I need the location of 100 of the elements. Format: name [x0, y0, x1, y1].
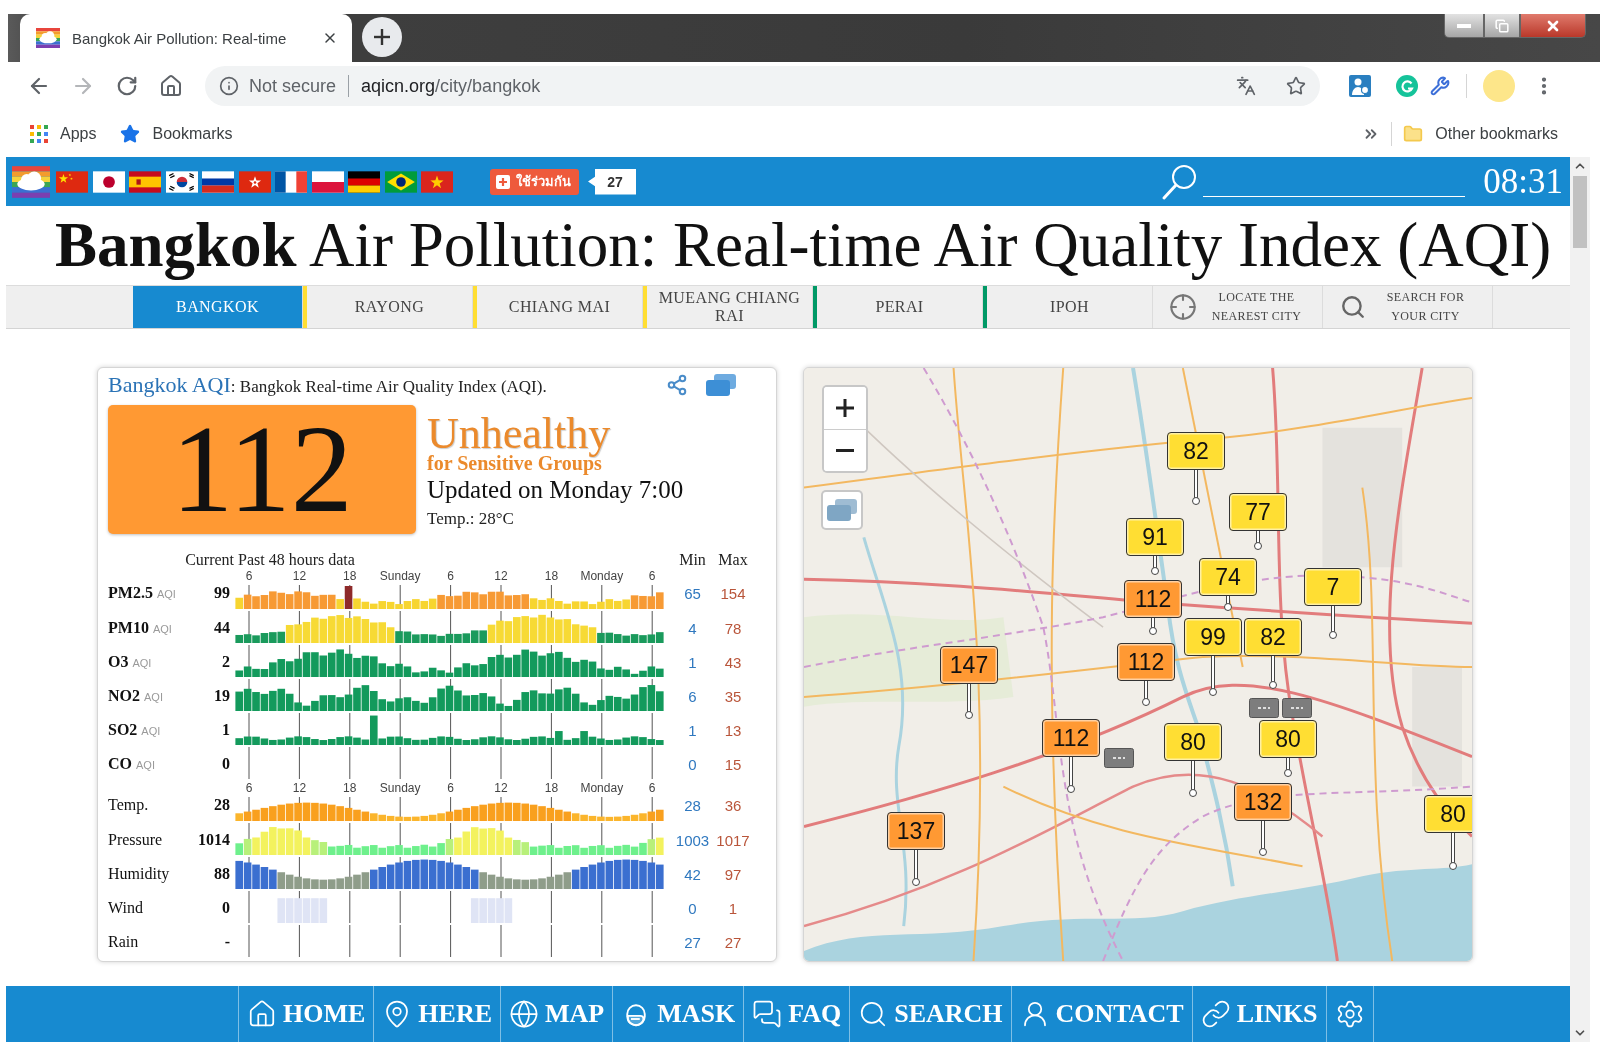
axis-label: 12 — [292, 569, 307, 583]
axis-label: Monday — [580, 781, 624, 795]
min-value: 42 — [684, 865, 701, 883]
hong-kong-flag-icon[interactable] — [238, 170, 271, 193]
footer-nav-link[interactable]: SEARCH — [849, 986, 1011, 1042]
bookmark-item[interactable]: Apps — [30, 124, 97, 143]
rainbow-cloud-logo-icon[interactable] — [12, 165, 50, 198]
axis-label: 18 — [544, 569, 559, 583]
current-value: 1 — [222, 721, 230, 739]
folder-icon — [1403, 123, 1424, 144]
scrollbar-thumb[interactable] — [1573, 176, 1587, 248]
axis-label: 6 — [245, 569, 253, 583]
max-value: 13 — [724, 721, 742, 739]
settings-button[interactable] — [1325, 986, 1374, 1042]
city-tab[interactable]: CHIANG MAI — [473, 286, 643, 328]
germany-flag-icon[interactable] — [348, 170, 380, 193]
close-window-button[interactable] — [1520, 14, 1586, 38]
wrench-icon[interactable] — [1430, 76, 1450, 96]
plus-icon — [374, 29, 390, 45]
empty-marker-icon[interactable] — [1104, 748, 1134, 768]
axis-label: 18 — [544, 781, 559, 795]
column-header: Max — [718, 551, 748, 569]
japan-flag-icon[interactable] — [92, 170, 125, 193]
zoom-out-button[interactable] — [824, 429, 866, 471]
scrollbar[interactable] — [1570, 157, 1590, 1042]
korea-flag-icon[interactable] — [165, 170, 198, 193]
footer-nav-link[interactable]: MAP — [500, 986, 613, 1042]
chat-bubbles-icon — [752, 999, 783, 1029]
globe-icon — [509, 999, 540, 1029]
new-tab-button[interactable] — [362, 17, 402, 57]
row-label: PM2.5 AQI — [108, 584, 176, 602]
address-bar[interactable]: Not secure aqicn.org/city/bangkok — [205, 66, 1320, 106]
footer-nav-link[interactable]: HOME — [238, 986, 374, 1042]
empty-marker-icon[interactable] — [1249, 698, 1279, 718]
bookmark-item[interactable]: Bookmarks — [120, 123, 233, 144]
poland-flag-icon[interactable] — [311, 170, 344, 193]
temperature: Temp.: 28°C — [427, 508, 515, 529]
max-value: 78 — [724, 619, 742, 637]
apps-grid-icon — [30, 124, 48, 143]
aqi-value: 112 — [108, 405, 416, 534]
max-value: 1017 — [716, 831, 750, 849]
update-time: Updated on Monday 7:00 — [427, 475, 684, 505]
column-header: Min — [679, 551, 706, 569]
plus-square-icon — [496, 174, 510, 189]
axis-label: 6 — [648, 781, 656, 795]
reload-icon[interactable] — [116, 75, 138, 97]
footer-nav-link[interactable]: LINKS — [1191, 986, 1326, 1042]
min-value: 4 — [688, 619, 697, 637]
maximize-button[interactable] — [1484, 14, 1520, 38]
link-icon — [1200, 999, 1231, 1029]
star-icon — [120, 123, 141, 144]
france-flag-icon[interactable] — [275, 170, 307, 193]
bookmark-folder[interactable]: Other bookmarks — [1403, 123, 1558, 144]
vietnam-flag-icon[interactable] — [421, 170, 453, 193]
row-label: PM10 AQI — [108, 619, 172, 637]
bookmark-star-icon[interactable] — [1286, 76, 1306, 96]
rainbow-cloud-favicon-icon — [36, 28, 60, 48]
current-value: 1014 — [198, 831, 230, 849]
empty-marker-icon[interactable] — [1282, 698, 1312, 718]
current-value: - — [224, 933, 230, 951]
axis-label: 6 — [245, 781, 253, 795]
city-tab[interactable]: IPOH — [983, 286, 1153, 328]
row-label: Humidity — [108, 865, 170, 883]
current-value: 0 — [222, 755, 230, 773]
city-tab[interactable]: PERAI — [813, 286, 983, 328]
axis-label: 18 — [343, 781, 357, 795]
max-value: 154 — [720, 584, 746, 602]
current-value: 0 — [222, 899, 230, 917]
current-value: 2 — [222, 653, 230, 671]
info-icon[interactable] — [219, 76, 239, 96]
min-value: 28 — [684, 796, 701, 814]
max-value: 1 — [728, 899, 738, 917]
current-value: 19 — [214, 687, 230, 705]
china-flag-icon[interactable] — [56, 170, 88, 193]
min-value: 65 — [684, 584, 701, 602]
layers-button[interactable] — [821, 490, 863, 530]
min-value: 1003 — [675, 831, 710, 849]
city-tab[interactable]: MUEANG CHIANG RAI — [643, 286, 813, 328]
max-value: 97 — [724, 865, 742, 883]
browser-tab[interactable]: Bangkok Air Pollution: Real-time — [20, 14, 352, 62]
spain-flag-icon[interactable] — [129, 170, 161, 193]
footer-nav-link[interactable]: FAQ — [743, 986, 850, 1042]
row-label: NO2 AQI — [108, 687, 163, 705]
minimize-button[interactable] — [1444, 14, 1484, 38]
home-icon[interactable] — [159, 74, 183, 98]
city-tab[interactable]: BANGKOK — [133, 286, 303, 328]
share-icon[interactable] — [666, 374, 688, 396]
person-badge-icon[interactable] — [1349, 75, 1371, 97]
close-tab-icon[interactable] — [322, 30, 338, 46]
stacked-cards-icon[interactable] — [706, 374, 736, 396]
translate-icon[interactable] — [1236, 76, 1256, 96]
footer-nav-link[interactable]: CONTACT — [1010, 986, 1192, 1042]
russia-flag-icon[interactable] — [202, 170, 234, 193]
city-tab[interactable]: RAYONG — [303, 286, 473, 328]
axis-label: 6 — [447, 781, 454, 795]
footer-nav-link[interactable]: HERE — [373, 986, 501, 1042]
row-label: SO2 AQI — [108, 721, 161, 739]
brazil-flag-icon[interactable] — [384, 170, 417, 193]
column-header: Past 48 hours data — [238, 551, 355, 569]
footer-nav-link[interactable]: MASK — [612, 986, 744, 1042]
